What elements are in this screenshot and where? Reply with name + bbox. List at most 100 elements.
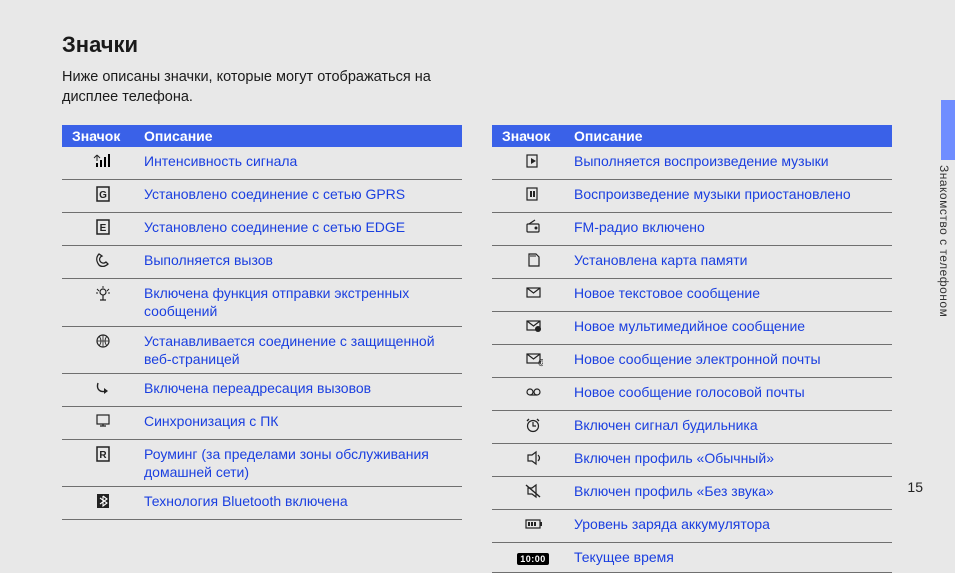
header-icon: Значок: [502, 128, 574, 144]
music-play-icon: [522, 153, 544, 169]
row-description: Технология Bluetooth включена: [144, 492, 456, 510]
voicemail-icon: [522, 384, 544, 400]
manual-page: Значки Ниже описаны значки, которые могу…: [62, 32, 892, 573]
alarm-icon: [492, 416, 574, 438]
intro-text: Ниже описаны значки, которые могут отобр…: [62, 68, 462, 107]
table-row: Включен сигнал будильника: [492, 411, 892, 444]
edge-icon: [62, 218, 144, 240]
table-row: FM-радио включено: [492, 213, 892, 246]
table-row: Воспроизведение музыки приостановлено: [492, 180, 892, 213]
battery-icon: [522, 516, 544, 532]
row-description: Роуминг (за пределами зоны обслуживания …: [144, 445, 456, 481]
table-row: Выполняется воспроизведение музыки: [492, 147, 892, 180]
row-description: Новое сообщение голосовой почты: [574, 383, 886, 401]
forward-icon: [92, 380, 114, 396]
table-row: Синхронизация с ПК: [62, 407, 462, 440]
row-description: Включен профиль «Обычный»: [574, 449, 886, 467]
profile-normal-icon: [522, 450, 544, 466]
row-description: FM-радио включено: [574, 218, 886, 236]
sdcard-icon: [492, 251, 574, 273]
page-number: 15: [907, 479, 923, 495]
table-row: Уровень заряда аккумулятора: [492, 510, 892, 543]
row-description: Синхронизация с ПК: [144, 412, 456, 430]
row-description: Установлено соединение с сетью EDGE: [144, 218, 456, 236]
roaming-icon: [92, 446, 114, 462]
profile-normal-icon: [492, 449, 574, 471]
pc-sync-icon: [62, 412, 144, 434]
row-description: Новое текстовое сообщение: [574, 284, 886, 302]
row-description: Установлена карта памяти: [574, 251, 886, 269]
row-description: Устанавливается соединение с защищенной …: [144, 332, 456, 368]
call-icon: [62, 251, 144, 273]
secure-web-icon: [92, 333, 114, 349]
header-desc: Описание: [144, 128, 454, 144]
gprs-icon: [62, 185, 144, 207]
alarm-icon: [522, 417, 544, 433]
table-row: Новое сообщение электронной почты: [492, 345, 892, 378]
row-description: Новое сообщение электронной почты: [574, 350, 886, 368]
table-row: Включен профиль «Без звука»: [492, 477, 892, 510]
email-icon: [522, 351, 544, 367]
table-row: Установлено соединение с сетью GPRS: [62, 180, 462, 213]
row-description: Новое мультимедийное сообщение: [574, 317, 886, 335]
table-row: 10:00 Текущее время: [492, 543, 892, 573]
table-row: Установлена карта памяти: [492, 246, 892, 279]
table-row: Включена переадресация вызовов: [62, 374, 462, 407]
sos-icon: [62, 284, 144, 306]
header-desc: Описание: [574, 128, 884, 144]
row-description: Включена переадресация вызовов: [144, 379, 456, 397]
battery-icon: [492, 515, 574, 537]
table-row: Включен профиль «Обычный»: [492, 444, 892, 477]
row-description: Уровень заряда аккумулятора: [574, 515, 886, 533]
section-label: Знакомство с телефоном: [937, 165, 951, 317]
clock-icon: 10:00: [517, 553, 549, 565]
table-row: Новое текстовое сообщение: [492, 279, 892, 312]
voicemail-icon: [492, 383, 574, 405]
bluetooth-icon: [92, 493, 114, 509]
row-description: Установлено соединение с сетью GPRS: [144, 185, 456, 203]
sdcard-icon: [522, 252, 544, 268]
table-row: Установлено соединение с сетью EDGE: [62, 213, 462, 246]
fm-radio-icon: [492, 218, 574, 240]
row-description: Интенсивность сигнала: [144, 152, 456, 170]
section-tab: [941, 100, 955, 160]
sos-icon: [92, 285, 114, 301]
email-icon: [492, 350, 574, 372]
row-description: Текущее время: [574, 548, 886, 566]
mms-icon: [492, 317, 574, 339]
sms-icon: [492, 284, 574, 306]
pc-sync-icon: [92, 413, 114, 429]
profile-silent-icon: [492, 482, 574, 504]
secure-web-icon: [62, 332, 144, 354]
table-row: Интенсивность сигнала: [62, 147, 462, 180]
bluetooth-icon: [62, 492, 144, 514]
page-title: Значки: [62, 32, 892, 58]
row-description: Выполняется вызов: [144, 251, 456, 269]
fm-radio-icon: [522, 219, 544, 235]
table-row: Новое мультимедийное сообщение: [492, 312, 892, 345]
table-header: Значок Описание: [62, 125, 462, 147]
profile-silent-icon: [522, 483, 544, 499]
row-description: Включена функция отправки экстренных соо…: [144, 284, 456, 320]
table-row: Технология Bluetooth включена: [62, 487, 462, 520]
header-icon: Значок: [72, 128, 144, 144]
forward-icon: [62, 379, 144, 401]
row-description: Выполняется воспроизведение музыки: [574, 152, 886, 170]
gprs-icon: [92, 186, 114, 202]
music-play-icon: [492, 152, 574, 174]
table-header: Значок Описание: [492, 125, 892, 147]
table-row: Устанавливается соединение с защищенной …: [62, 327, 462, 374]
table-row: Новое сообщение голосовой почты: [492, 378, 892, 411]
signal-icon: [92, 153, 114, 169]
call-icon: [92, 252, 114, 268]
mms-icon: [522, 318, 544, 334]
signal-icon: [62, 152, 144, 174]
music-pause-icon: [522, 186, 544, 202]
roaming-icon: [62, 445, 144, 467]
music-pause-icon: [492, 185, 574, 207]
left-column: Значок Описание Интенсивность сигнала Уст…: [62, 125, 462, 573]
sms-icon: [522, 285, 544, 301]
row-description: Воспроизведение музыки приостановлено: [574, 185, 886, 203]
row-description: Включен сигнал будильника: [574, 416, 886, 434]
row-description: Включен профиль «Без звука»: [574, 482, 886, 500]
